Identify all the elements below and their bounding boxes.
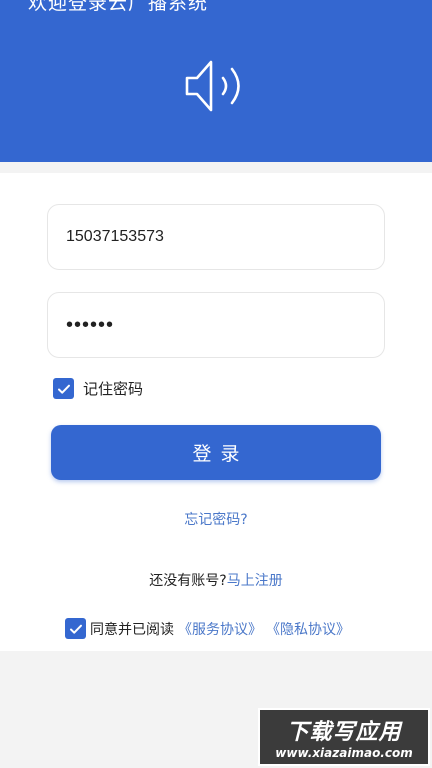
agreement-row: 同意并已阅读 《服务协议》 《隐私协议》 bbox=[65, 618, 350, 639]
watermark-sub: www.xiazaimao.com bbox=[275, 746, 413, 760]
remember-password[interactable]: 记住密码 bbox=[53, 378, 143, 399]
checkmark-icon bbox=[69, 624, 82, 634]
register-row: 还没有账号?马上注册 bbox=[0, 570, 432, 590]
login-button[interactable]: 登录 bbox=[51, 425, 381, 480]
watermark-main: 下载写应用 bbox=[286, 720, 402, 745]
agreement-checkbox[interactable] bbox=[65, 618, 86, 639]
remember-label: 记住密码 bbox=[83, 380, 144, 398]
speaker-icon bbox=[185, 60, 240, 112]
forgot-password-link[interactable]: 忘记密码? bbox=[0, 509, 432, 529]
register-prompt: 还没有账号? bbox=[149, 573, 227, 589]
phone-field[interactable] bbox=[47, 204, 385, 270]
agreement-prefix: 同意并已阅读 bbox=[90, 621, 174, 638]
phone-input[interactable] bbox=[66, 228, 384, 246]
service-agreement-link[interactable]: 《服务协议》 bbox=[178, 619, 262, 639]
password-field[interactable] bbox=[47, 292, 385, 358]
header-banner: 欢迎登录云广播系统 bbox=[0, 0, 432, 162]
password-input[interactable] bbox=[66, 313, 384, 337]
remember-checkbox[interactable] bbox=[53, 378, 74, 399]
page-title: 欢迎登录云广播系统 bbox=[28, 0, 209, 14]
checkmark-icon bbox=[57, 384, 70, 394]
privacy-agreement-link[interactable]: 《隐私协议》 bbox=[266, 619, 350, 639]
register-link[interactable]: 马上注册 bbox=[227, 573, 283, 589]
watermark-logo: 下载写应用 www.xiazaimao.com bbox=[258, 708, 430, 766]
